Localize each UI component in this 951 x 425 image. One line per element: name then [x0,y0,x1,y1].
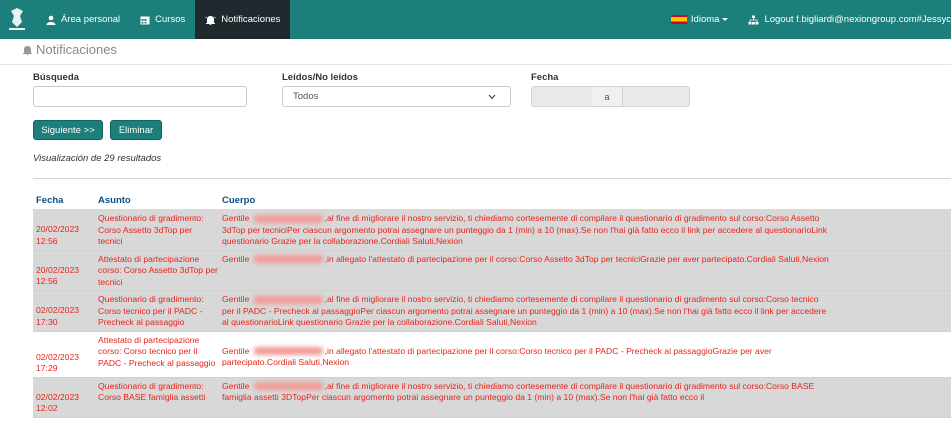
row-body: Gentile ,al fine di migliorare il nostro… [222,213,951,248]
date-to-input[interactable] [622,86,690,107]
nav-area-personal-label: Área personal [61,14,121,25]
top-navbar: Área personal Cursos Notificaciones Idio… [0,0,951,39]
date-separator: a [592,86,622,107]
sitemap-icon [748,15,759,24]
divider [0,64,951,65]
table-header: Fecha Asunto Cuerpo [33,191,951,210]
results-count: Visualización de 29 resultados [33,153,162,164]
row-subject: Questionario di gradimento: Corso tecnic… [98,294,204,327]
user-icon [46,15,56,25]
nav-notificaciones[interactable]: Notificaciones [195,0,291,39]
row-date: 02/02/2023 17:30 [36,305,80,327]
row-date: 02/02/2023 12:02 [36,391,80,414]
row-date: 20/02/2023 12:56 [36,224,80,246]
logout-label: Logout f.bigliardi@nexiongroup.com#Jessy… [764,14,951,25]
redacted-name [253,347,323,356]
page-title: Notificaciones [22,42,117,57]
redacted-name [253,214,323,223]
read-filter-select[interactable]: Todos [282,86,511,107]
search-label: Búsqueda [33,72,79,83]
language-dropdown[interactable]: Idioma [661,14,739,25]
row-subject: Attestato di partecipazione corso: Corso… [98,334,216,368]
divider [33,178,951,179]
header-subject[interactable]: Asunto [97,195,222,206]
read-filter-value: Todos [293,91,319,102]
greeting: Gentile [222,253,250,264]
row-date: 20/02/2023 12:56 [36,264,80,287]
greeting: Gentile [222,345,250,356]
row-body: Gentile ,al fine di migliorare il nostro… [222,381,951,404]
body-text: ,in allegato l'attestato di partecipazio… [324,253,829,264]
greeting: Gentile [222,380,250,391]
row-body: Gentile ,in allegato l'attestato di part… [222,254,951,266]
header-body[interactable]: Cuerpo [222,195,951,206]
brand-logo[interactable] [0,0,33,39]
nav-notificaciones-label: Notificaciones [221,14,281,25]
row-body: Gentile ,in allegato l'attestato di part… [222,335,951,369]
date-from-input[interactable] [531,86,593,107]
read-filter-label: Leídos/No leídos [282,72,359,83]
row-subject: Questionario di gradimento: Corso BASE f… [98,380,206,403]
redacted-name [253,295,323,304]
date-label: Fecha [531,72,559,83]
table-row[interactable]: 02/02/2023 12:02 Questionario di gradime… [33,377,951,418]
next-button[interactable]: Siguiente >> [33,120,103,140]
redacted-name [253,382,323,391]
calendar-icon [140,16,150,24]
page-title-text: Notificaciones [36,42,117,57]
language-label: Idioma [690,14,720,25]
table-row[interactable]: 20/02/2023 12:56 Questionario di gradime… [33,210,951,251]
notifications-table: Fecha Asunto Cuerpo 20/02/2023 12:56 Que… [33,191,951,418]
nav-cursos[interactable]: Cursos [130,0,195,39]
helmet-logo-icon [8,7,25,30]
row-subject: Attestato di partecipazione corso: Corso… [98,253,218,287]
header-date[interactable]: Fecha [33,195,97,206]
nav-area-personal[interactable]: Área personal [36,0,130,39]
chevron-down-icon [488,94,496,99]
table-row[interactable]: 02/02/2023 17:29 Attestato di partecipaz… [33,332,951,378]
greeting: Gentile [222,213,250,223]
spain-flag-icon [670,15,687,24]
row-body: Gentile ,al fine di migliorare il nostro… [222,294,951,329]
nav-cursos-label: Cursos [155,14,186,25]
table-row[interactable]: 20/02/2023 12:56 Attestato di partecipaz… [33,250,951,291]
greeting: Gentile [222,294,250,304]
delete-button[interactable]: Eliminar [110,120,162,140]
caret-down-icon [722,18,729,21]
row-date: 02/02/2023 17:29 [36,351,80,374]
row-subject: Questionario di gradimento: Corso Assett… [98,213,204,246]
redacted-name [253,255,323,264]
table-row[interactable]: 02/02/2023 17:30 Questionario di gradime… [33,291,951,332]
search-input[interactable] [33,86,247,107]
bell-icon [23,45,32,55]
bell-icon [205,15,217,25]
logout-link[interactable]: Logout f.bigliardi@nexiongroup.com#Jessy… [738,14,951,25]
